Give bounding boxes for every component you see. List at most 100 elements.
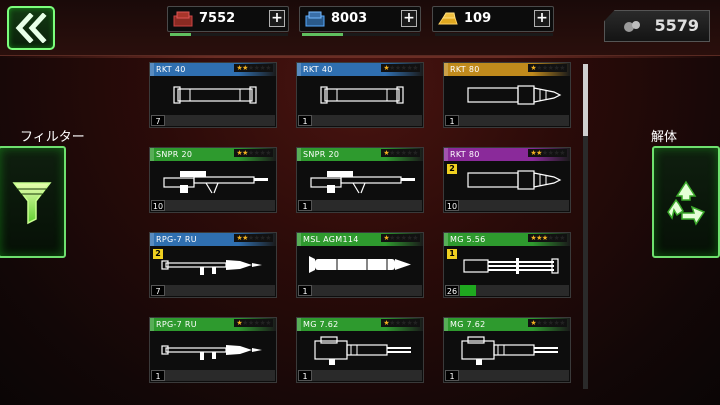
weapon-card-header: RKT 40 ★★★★★★ (297, 63, 423, 76)
card-footer: 1 (445, 370, 569, 381)
add-resource-button[interactable]: + (534, 10, 550, 27)
rarity-stripe (150, 148, 154, 161)
star-rating: ★★★★★★ (381, 319, 420, 327)
weapon-count: 1 (445, 115, 459, 126)
resource-crates-blue: 8003 + (299, 6, 421, 36)
weapon-card-header: SNPR 20 ★★★★★★ (297, 148, 423, 161)
sniper-icon (163, 171, 268, 194)
card-footer: 1 (151, 370, 275, 381)
weapon-count: 1 (298, 115, 312, 126)
top-bar: 7552 + 8003 + 109 + 5579 (0, 0, 720, 58)
rarity-stripe (444, 148, 448, 161)
weapon-card-header: RPG-7 RU ★★★★★★ (150, 233, 276, 246)
star-icon: ★ (412, 234, 418, 242)
rarity-stripe (297, 318, 301, 331)
card-footer: 1 (445, 115, 569, 126)
weapon-card-header: RKT 80 ★★★★★★ (444, 63, 570, 76)
add-resource-button[interactable]: + (269, 10, 285, 27)
dismantle-button[interactable] (652, 146, 720, 258)
weapon-name: MSL AGM114 (303, 235, 359, 244)
resource-bar (435, 33, 553, 36)
rarity-stripe (150, 63, 154, 76)
weapon-name: SNPR 20 (156, 150, 193, 159)
weapon-card-header: MG 7.62 ★★★★★★ (444, 318, 570, 331)
resource-bar (170, 33, 288, 36)
star-rating: ★★★★★★ (234, 149, 273, 157)
sniper-icon (310, 171, 415, 194)
star-icon: ★ (412, 319, 418, 327)
add-resource-button[interactable]: + (401, 10, 417, 27)
back-button[interactable] (7, 6, 55, 50)
scrollbar[interactable] (583, 64, 588, 389)
red-crate-icon (173, 11, 193, 27)
weapon-card-header: MG 5.56 ★★★★★★ (444, 233, 570, 246)
weapon-name: MG 7.62 (450, 320, 486, 329)
weapon-count: 10 (151, 200, 165, 211)
star-rating: ★★★★★★ (381, 64, 420, 72)
weapon-name: RKT 80 (450, 65, 480, 74)
card-footer: 1 (298, 200, 422, 211)
weapon-name: SNPR 20 (303, 150, 340, 159)
rarity-stripe (297, 148, 301, 161)
star-icon: ★ (265, 319, 271, 327)
resource-gold: 109 + (432, 6, 554, 36)
weapon-card[interactable]: RKT 80 ★★★★★★ 2 10 (443, 147, 571, 213)
star-rating: ★★★★★★ (381, 149, 420, 157)
premium-value: 5579 (654, 16, 699, 35)
weapon-name: RPG-7 RU (156, 235, 197, 244)
recycle-icon (667, 180, 706, 226)
progress-fill (460, 285, 477, 296)
funnel-icon (12, 182, 52, 225)
weapon-count: 26 (445, 285, 459, 296)
weapon-card[interactable]: MG 5.56 ★★★★★★ 1 26 (443, 232, 571, 298)
weapon-card[interactable]: MG 7.62 ★★★★★★ 1 (443, 317, 571, 383)
star-icon: ★ (412, 149, 418, 157)
rocket-launcher-icon (467, 170, 562, 190)
weapon-card-header: MSL AGM114 ★★★★★★ (297, 233, 423, 246)
card-footer: 26 (445, 285, 569, 296)
gold-bars-icon (438, 12, 458, 25)
star-rating: ★★★★★★ (528, 149, 567, 157)
scrollbar-thumb[interactable] (583, 64, 588, 136)
weapon-card[interactable]: RPG-7 RU ★★★★★★ 2 7 (149, 232, 277, 298)
weapon-card[interactable]: RKT 40 ★★★★★★ 7 (149, 62, 277, 128)
weapon-card[interactable]: SNPR 20 ★★★★★★ 1 (296, 147, 424, 213)
star-icon: ★ (265, 64, 271, 72)
blue-crate-icon (305, 11, 325, 27)
star-rating: ★★★★★★ (528, 234, 567, 242)
card-footer: 7 (151, 285, 275, 296)
weapon-card[interactable]: RKT 80 ★★★★★★ 1 (443, 62, 571, 128)
weapon-card[interactable]: RKT 40 ★★★★★★ 1 (296, 62, 424, 128)
weapon-count: 1 (445, 370, 459, 381)
weapon-card[interactable]: MG 7.62 ★★★★★★ 1 (296, 317, 424, 383)
weapon-card-header: SNPR 20 ★★★★★★ (150, 148, 276, 161)
filter-button[interactable] (0, 146, 66, 258)
weapon-count: 10 (445, 200, 459, 211)
rarity-stripe (297, 63, 301, 76)
weapon-card[interactable]: SNPR 20 ★★★★★★ 10 (149, 147, 277, 213)
double-chevron-left-icon (15, 13, 47, 43)
weapon-card[interactable]: MSL AGM114 ★★★★★★ 1 (296, 232, 424, 298)
star-icon: ★ (559, 149, 565, 157)
rarity-stripe (444, 318, 448, 331)
heavy-mg-icon (314, 336, 411, 365)
star-rating: ★★★★★★ (234, 64, 273, 72)
weapon-card-header: RKT 40 ★★★★★★ (150, 63, 276, 76)
weapon-count: 7 (151, 115, 165, 126)
card-footer: 7 (151, 115, 275, 126)
rocket-tube-icon (173, 86, 257, 104)
weapon-card[interactable]: RPG-7 RU ★★★★★★ 1 (149, 317, 277, 383)
rarity-stripe (444, 233, 448, 246)
rarity-stripe (444, 63, 448, 76)
weapon-card-header: RKT 80 ★★★★★★ (444, 148, 570, 161)
star-rating: ★★★★★★ (381, 234, 420, 242)
rocket-tube-icon (320, 86, 404, 104)
missile-icon (309, 256, 411, 273)
resource-crates-red: 7552 + (167, 6, 289, 36)
star-rating: ★★★★★★ (234, 319, 273, 327)
weapon-card-header: MG 7.62 ★★★★★★ (297, 318, 423, 331)
card-footer: 10 (151, 200, 275, 211)
weapon-count: 1 (298, 200, 312, 211)
weapon-name: MG 7.62 (303, 320, 339, 329)
card-footer: 1 (298, 115, 422, 126)
